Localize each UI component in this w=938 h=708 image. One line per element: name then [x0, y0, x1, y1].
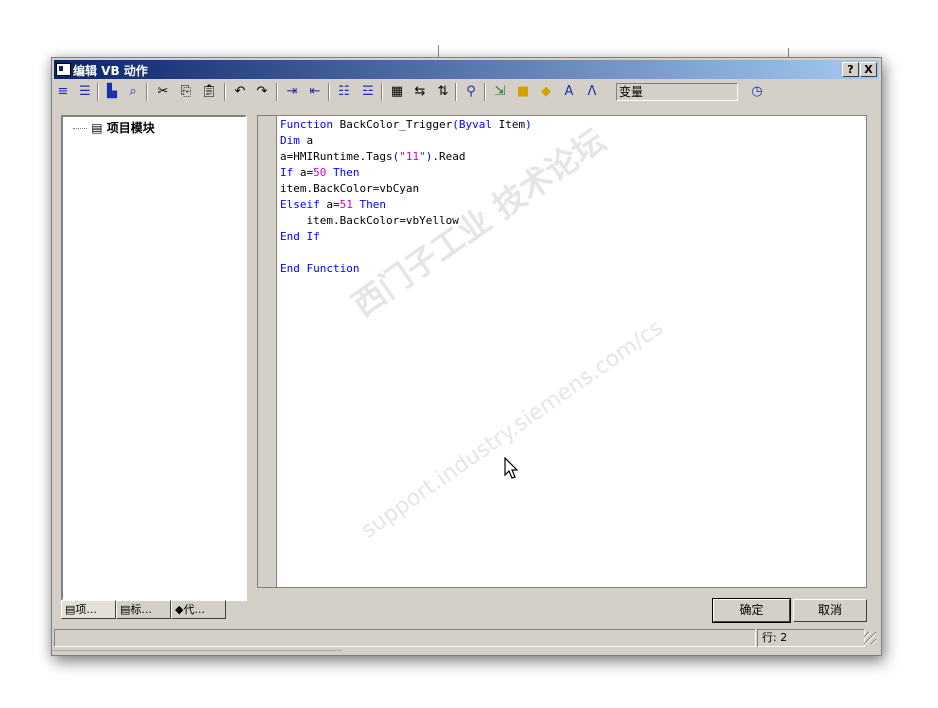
paste-icon[interactable]: 📋︎ — [200, 83, 218, 101]
tab-standard[interactable]: ▤标... — [116, 600, 171, 619]
replace-icon[interactable]: ⇆ — [411, 83, 429, 101]
edit-vb-action-dialog: 编辑 VB 动作 ? X ≡ ☰ ▙ ⌕ ✂ ⎘ 📋︎ ↶ ↷ ⇥ ⇤ ☷ ☲ … — [51, 57, 882, 656]
cube-config-icon[interactable]: ◆ — [537, 83, 555, 101]
code-line[interactable]: If a=50 Then — [280, 165, 532, 181]
toolbar-separator — [381, 83, 383, 101]
code-line[interactable]: Function BackColor_Trigger(Byval Item) — [280, 117, 532, 133]
help-button[interactable]: ? — [842, 62, 859, 77]
font-icon[interactable]: A — [560, 83, 578, 101]
indent-icon[interactable]: ⇥ — [283, 83, 301, 101]
toolbar-separator — [484, 83, 486, 101]
comment-icon[interactable]: ☷ — [335, 83, 353, 101]
redo-icon[interactable]: ↷ — [253, 83, 271, 101]
toolbar-separator — [455, 83, 457, 101]
toolbar-separator — [224, 83, 226, 101]
module-icon: ▤ — [91, 121, 103, 135]
tab-project[interactable]: ▤项... — [61, 600, 116, 619]
compile-icon[interactable]: ⇲ — [491, 83, 509, 101]
ok-button[interactable]: 确定 — [712, 598, 791, 623]
code-line[interactable]: a=HMIRuntime.Tags("11").Read — [280, 149, 532, 165]
uncomment-icon[interactable]: ☲ — [359, 83, 377, 101]
tab-label: 标... — [130, 603, 152, 616]
resize-grip[interactable] — [864, 632, 876, 644]
mouse-cursor-icon — [504, 457, 519, 479]
goto-icon[interactable]: ⇅ — [434, 83, 452, 101]
underlying-window-edge — [52, 650, 342, 660]
tab-label: 项... — [75, 603, 97, 616]
project-tree[interactable]: ▤ 项目模块 — [61, 115, 247, 601]
window-title: 编辑 VB 动作 — [73, 64, 148, 78]
print-icon[interactable]: ▙ — [103, 83, 121, 101]
menu-icon[interactable]: ≡ — [54, 83, 72, 101]
outdent-icon[interactable]: ⇤ — [306, 83, 324, 101]
cut-icon[interactable]: ✂ — [154, 83, 172, 101]
clock-icon[interactable]: ◷ — [748, 83, 766, 101]
window-icon — [56, 63, 71, 76]
background-divider-top-right — [788, 48, 789, 57]
status-bar: 行: 2 — [54, 629, 879, 647]
tab-code[interactable]: ◆代... — [171, 600, 226, 619]
status-line: 行: 2 — [757, 629, 865, 647]
cube-icon[interactable]: ■ — [514, 83, 532, 101]
module-icon: ▤ — [65, 603, 76, 616]
toolbar: ≡ ☰ ▙ ⌕ ✂ ⎘ 📋︎ ↶ ↷ ⇥ ⇤ ☷ ☲ ▦ ⇆ ⇅ ⚲ ⇲ ■ ◆… — [54, 80, 879, 104]
variable-field[interactable]: 变量 — [616, 83, 738, 101]
module-icon: ▤ — [120, 603, 131, 616]
toolbar-separator — [146, 83, 148, 101]
align-icon[interactable]: ☰ — [76, 83, 94, 101]
undo-icon[interactable]: ↶ — [231, 83, 249, 101]
tree-item-label: 项目模块 — [106, 121, 155, 135]
toolbar-separator — [328, 83, 330, 101]
tree-connector — [73, 128, 87, 129]
editor-gutter — [258, 116, 277, 587]
toolbar-separator — [276, 83, 278, 101]
copy-icon[interactable]: ⎘ — [177, 83, 195, 101]
close-button[interactable]: X — [860, 62, 877, 77]
print-preview-icon[interactable]: ⌕ — [124, 83, 142, 101]
cancel-button[interactable]: 取消 — [793, 599, 867, 622]
toolbar-separator — [97, 83, 99, 101]
tag-icon[interactable]: Λ — [583, 83, 601, 101]
syntax-check-icon[interactable]: ⚲ — [462, 83, 480, 101]
tab-label: 代... — [183, 603, 205, 616]
code-line[interactable]: Dim a — [280, 133, 532, 149]
title-bar[interactable]: 编辑 VB 动作 ? X — [54, 60, 879, 79]
background-divider-top-left — [438, 45, 439, 57]
find-icon[interactable]: ▦ — [388, 83, 406, 101]
tree-item-project-module[interactable]: ▤ 项目模块 — [73, 119, 155, 136]
status-left — [54, 629, 756, 647]
